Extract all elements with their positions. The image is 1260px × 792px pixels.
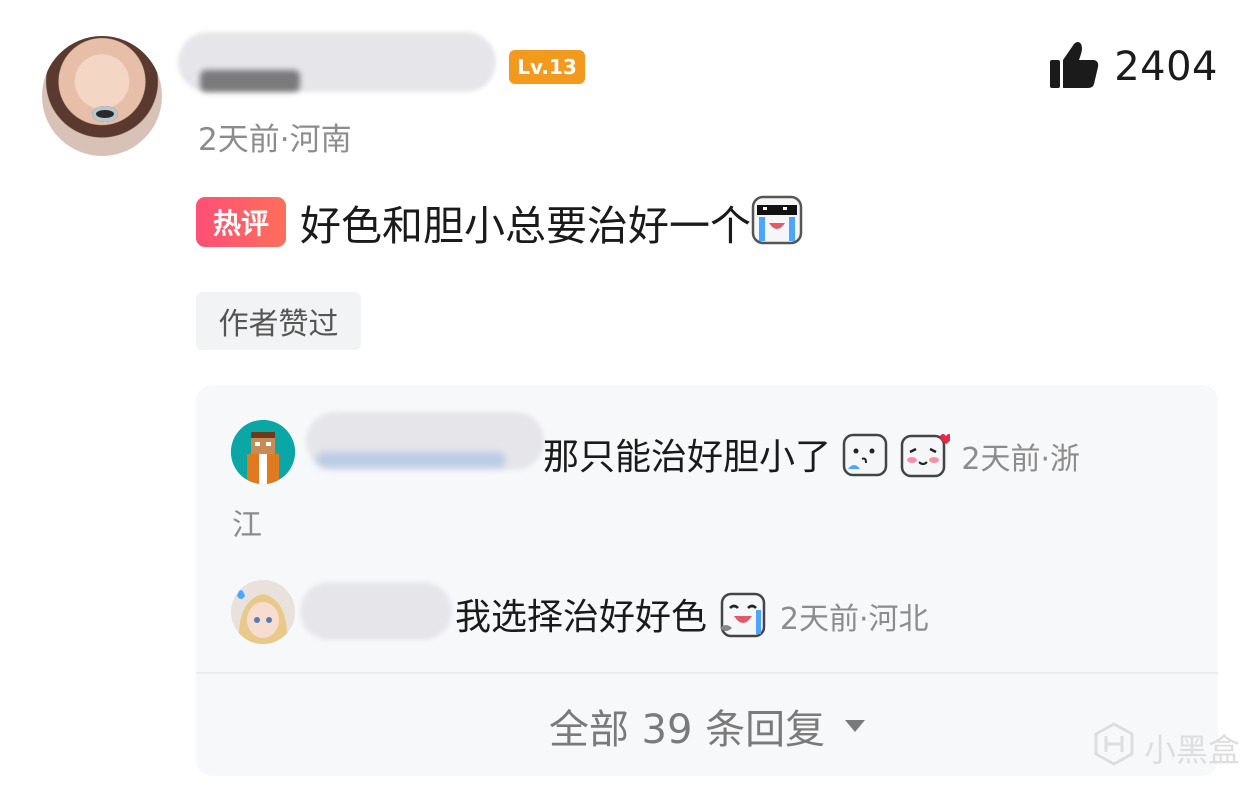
like-count: 2404 [1114, 44, 1218, 90]
nervous-sweat-emoji [842, 433, 888, 486]
reply-2: 我选择治好好色 2天前·河北 [455, 588, 929, 647]
all-replies-label: 全部 39 条回复 [548, 707, 826, 753]
level-badge: Lv.13 [509, 50, 585, 84]
reply-name-obscured-1 [316, 452, 506, 468]
reply-text-1: 那只能治好胆小了 [543, 437, 832, 478]
commenter-name-obscured [200, 70, 300, 92]
author-liked-tag: 作者赞过 [196, 292, 361, 350]
reply-name-blurred-2[interactable] [300, 582, 452, 640]
heybox-logo-icon [1092, 722, 1136, 774]
thumbs-up-icon [1048, 40, 1100, 94]
cool-cry-emoji [751, 195, 803, 249]
view-all-replies-button[interactable]: 全部 39 条回复 [196, 690, 1218, 762]
panel-divider [196, 672, 1218, 674]
reply-avatar-2[interactable] [231, 580, 295, 644]
comment-meta: 2天前·河南 [198, 122, 352, 158]
reply-meta-1: 2天前·浙 [961, 442, 1080, 477]
commenter-avatar[interactable] [42, 36, 162, 156]
reply-avatar-1[interactable] [231, 420, 295, 484]
comment-body: 热评 好色和胆小总要治好一个 [196, 194, 803, 250]
reply-1: 那只能治好胆小了 2天前·浙 [543, 428, 1080, 487]
reply-meta-1-cont: 江 [232, 508, 262, 543]
comment-text: 好色和胆小总要治好一个 [300, 202, 751, 250]
reply-text-2: 我选择治好好色 [455, 597, 708, 638]
chevron-down-icon [845, 720, 866, 732]
laugh-cry-emoji [718, 592, 768, 647]
watermark: 小黑盒 [1092, 722, 1240, 774]
hot-comment-badge: 热评 [196, 197, 286, 247]
watermark-text: 小黑盒 [1143, 731, 1240, 769]
reply-meta-2: 2天前·河北 [779, 602, 929, 637]
like-button[interactable]: 2404 [1048, 40, 1218, 94]
blush-heart-emoji [900, 432, 952, 487]
